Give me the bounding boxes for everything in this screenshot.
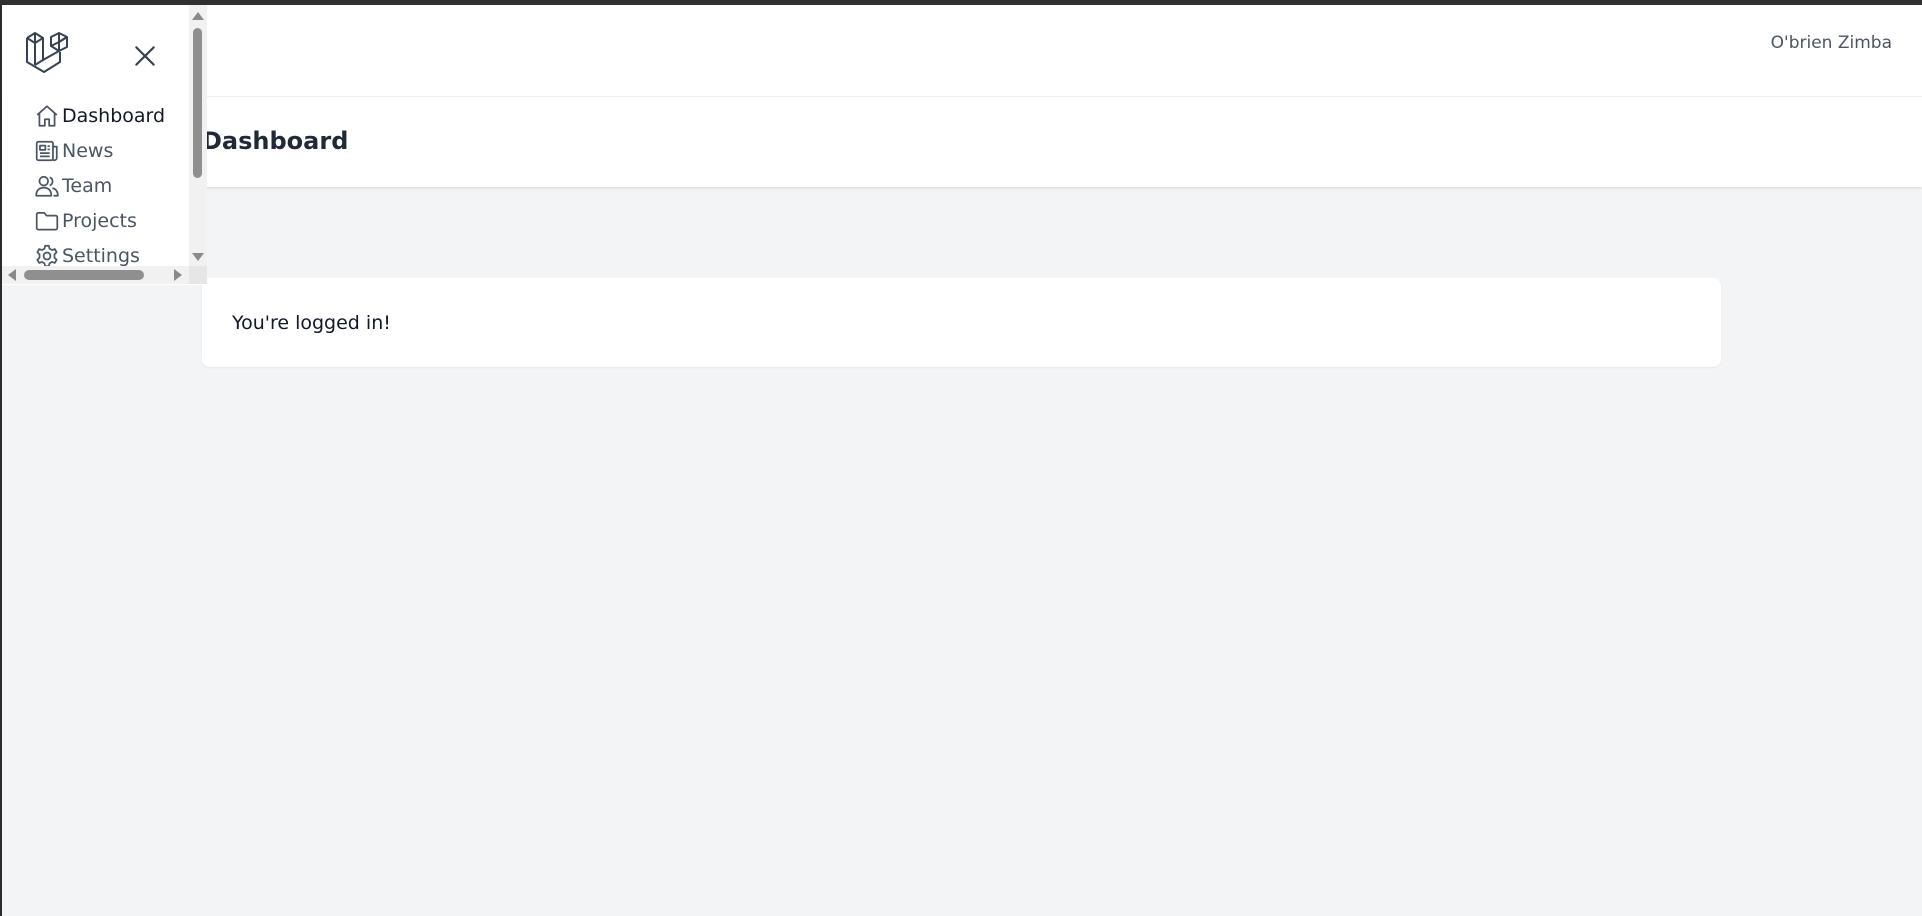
scroll-right-arrow-icon[interactable] <box>174 269 182 281</box>
home-icon <box>36 104 58 127</box>
sidebar-item-projects[interactable]: Projects <box>34 203 165 238</box>
top-navigation-bar: O'brien Zimba <box>2 5 1922 97</box>
close-icon <box>135 46 155 66</box>
users-icon <box>35 175 59 197</box>
scroll-left-arrow-icon[interactable] <box>8 269 16 281</box>
sidebar-item-news[interactable]: News <box>34 133 165 168</box>
scrollbar-corner <box>189 266 207 284</box>
horizontal-scroll-thumb[interactable] <box>24 270 144 280</box>
scroll-up-arrow-icon[interactable] <box>192 12 204 20</box>
user-menu[interactable]: O'brien Zimba <box>1771 33 1892 53</box>
sidebar-horizontal-scrollbar[interactable] <box>2 266 189 284</box>
sidebar: Dashboard News Team Projects Settings <box>2 5 207 285</box>
sidebar-item-team[interactable]: Team <box>34 168 165 203</box>
gear-icon <box>36 244 58 267</box>
scroll-down-arrow-icon[interactable] <box>192 253 204 261</box>
sidebar-nav: Dashboard News Team Projects Settings <box>34 98 165 273</box>
content-card: You're logged in! <box>202 278 1721 367</box>
sidebar-item-label: News <box>62 139 114 162</box>
page-title: Dashboard <box>202 127 349 155</box>
newspaper-icon <box>35 140 58 161</box>
close-sidebar-button[interactable] <box>128 39 162 73</box>
login-status-message: You're logged in! <box>232 312 391 334</box>
sidebar-item-label: Projects <box>62 209 137 232</box>
page-header: Dashboard <box>2 97 1922 187</box>
folder-icon <box>35 211 59 231</box>
laravel-logo-icon[interactable] <box>24 30 68 76</box>
vertical-scroll-thumb[interactable] <box>193 28 202 178</box>
sidebar-item-label: Dashboard <box>62 104 166 127</box>
sidebar-item-dashboard[interactable]: Dashboard <box>34 98 165 133</box>
sidebar-vertical-scrollbar[interactable] <box>189 5 207 270</box>
sidebar-item-label: Team <box>62 174 113 197</box>
sidebar-item-label: Settings <box>62 244 140 267</box>
